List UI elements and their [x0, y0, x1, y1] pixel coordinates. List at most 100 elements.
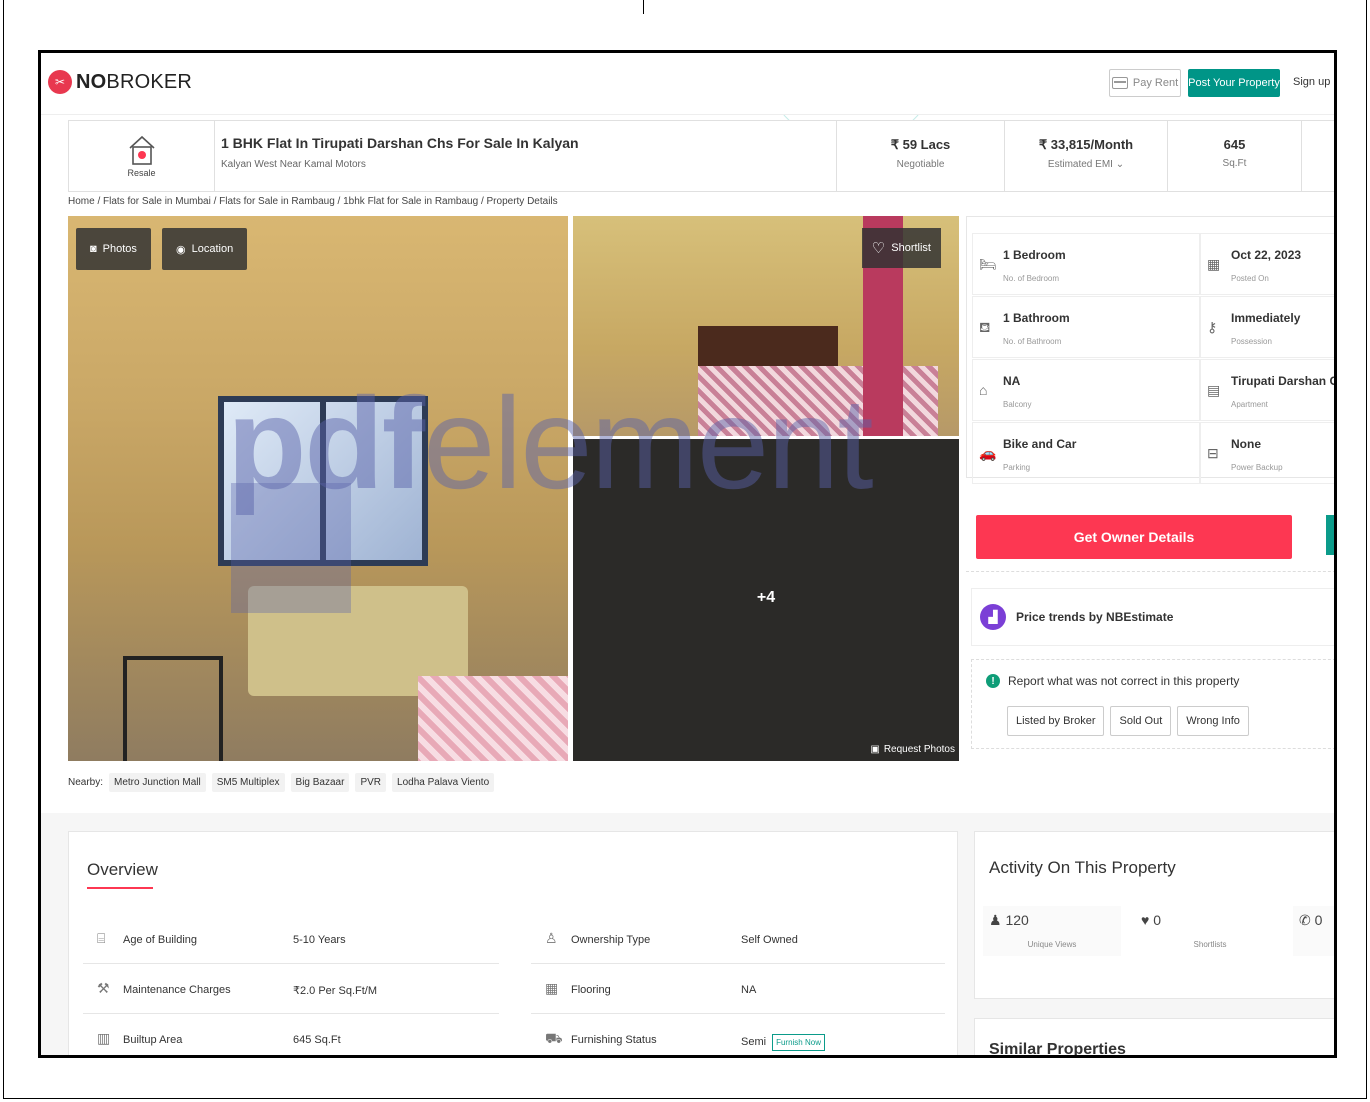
furnishing-value: Semi	[741, 1036, 767, 1048]
heart-icon: ♡	[871, 240, 886, 257]
nearby-chip[interactable]: PVR	[355, 773, 387, 792]
overview-value: Semi Furnish Now	[741, 1034, 825, 1051]
detail-value: 1 Bathroom	[1003, 311, 1070, 325]
secondary-action-button[interactable]	[1326, 515, 1334, 555]
detail-bedroom: 🛏 1 Bedroom No. of Bedroom	[972, 233, 1200, 295]
emi-note[interactable]: Estimated EMI ⌄	[1005, 159, 1167, 170]
detail-label: No. of Bathroom	[1003, 337, 1062, 346]
overview-row-furnishing: ⛟ Furnishing Status Semi Furnish Now	[531, 1016, 945, 1055]
sign-up-link[interactable]: Sign up	[1293, 76, 1330, 88]
property-title: 1 BHK Flat In Tirupati Darshan Chs For S…	[221, 135, 579, 151]
location-label: Location	[191, 243, 234, 255]
building-icon: ▤	[1207, 382, 1221, 398]
location-button[interactable]: ◉ Location	[162, 228, 248, 270]
balcony-icon: ⌂	[979, 382, 988, 398]
shortlist-button[interactable]: ♡ Shortlist	[861, 228, 941, 268]
nearby-chip[interactable]: Big Bazaar	[290, 773, 350, 792]
logo-text: NOBROKER	[76, 70, 193, 93]
overview-label: Furnishing Status	[571, 1034, 657, 1046]
overview-label: Flooring	[571, 984, 611, 996]
detail-value: 1 Bedroom	[1003, 248, 1066, 262]
image-icon: ▣	[870, 744, 880, 755]
shortlists-label: Shortlists	[1193, 940, 1227, 949]
nearby-chip[interactable]: SM5 Multiplex	[211, 773, 285, 792]
unique-views-label: Unique Views	[1027, 940, 1077, 949]
bed-icon: 🛏	[979, 256, 997, 272]
overview-row-flooring: ▦ Flooring NA	[531, 966, 945, 1014]
overview-label: Ownership Type	[571, 934, 651, 946]
price-trends-label: Price trends by NBEstimate	[1016, 610, 1174, 624]
furnish-now-button[interactable]: Furnish Now	[772, 1034, 825, 1051]
report-listed-by-broker-button[interactable]: Listed by Broker	[1007, 706, 1105, 736]
alert-icon: !	[986, 674, 1000, 688]
chart-icon: ▟	[980, 604, 1006, 630]
overview-title: Overview	[87, 860, 158, 879]
key-icon: ⚷	[1207, 319, 1218, 335]
detail-value: Tirupati Darshan Chs	[1231, 374, 1334, 388]
bath-icon: ⛾	[979, 319, 991, 335]
detail-balcony: ⌂ NA Balcony	[972, 359, 1200, 421]
detail-posted-on: ▦ Oct 22, 2023 Posted On	[1200, 233, 1334, 295]
detail-power-backup: ⊟ None Power Backup	[1200, 422, 1334, 484]
overview-card: Overview ⌸ Age of Building 5-10 Years ♙ …	[68, 831, 958, 1055]
photo-table	[123, 656, 223, 761]
emi-stat[interactable]: ₹ 33,815/Month Estimated EMI ⌄	[1004, 121, 1167, 191]
similar-properties-title: Similar Properties	[989, 1041, 1126, 1058]
compass-icon: ◉	[176, 243, 186, 256]
area-stat: 645 Sq.Ft	[1167, 121, 1301, 191]
emi-value: ₹ 33,815/Month	[1038, 137, 1134, 152]
flooring-icon: ▦	[545, 980, 559, 996]
property-summary-bar: Resale 1 BHK Flat In Tirupati Darshan Ch…	[68, 120, 1334, 192]
phone-icon: ✆	[1299, 912, 1315, 928]
overview-row-age: ⌸ Age of Building 5-10 Years	[83, 916, 499, 964]
overview-row-ownership: ♙ Ownership Type Self Owned	[531, 916, 945, 964]
breadcrumb[interactable]: Home / Flats for Sale in Mumbai / Flats …	[68, 196, 558, 207]
heart-filled-icon: ♥	[1141, 912, 1154, 928]
report-wrong-info-button[interactable]: Wrong Info	[1177, 706, 1249, 736]
shortlist-label: Shortlist	[891, 242, 931, 254]
pay-rent-button[interactable]: Pay Rent	[1109, 69, 1181, 97]
report-box: ! Report what was not correct in this pr…	[971, 659, 1334, 749]
detail-parking: 🚗 Bike and Car Parking	[972, 422, 1200, 484]
photos-button[interactable]: ◙ Photos	[76, 228, 151, 270]
more-photos-tile[interactable]: +4 ▣ Request Photos	[573, 439, 959, 761]
overview-value: NA	[741, 984, 757, 996]
nearby-bar: Nearby: Metro Junction Mall SM5 Multiple…	[68, 773, 495, 792]
detail-label: Parking	[1003, 463, 1031, 472]
ownership-icon: ♙	[545, 930, 558, 946]
request-photos-label: Request Photos	[883, 744, 955, 755]
detail-label: Balcony	[1003, 400, 1032, 409]
photos-label: Photos	[102, 243, 137, 255]
overview-label: Maintenance Charges	[123, 984, 231, 996]
unique-views-stat: ♟ 120 Unique Views	[983, 906, 1121, 956]
activity-title: Activity On This Property	[989, 858, 1176, 877]
price-note: Negotiable	[896, 159, 945, 170]
overview-value: ₹2.0 Per Sq.Ft/M	[293, 985, 378, 997]
camera-icon: ◙	[90, 243, 97, 255]
contacts-count: 0	[1314, 912, 1323, 928]
secondary-photo[interactable]: ♡ Shortlist	[573, 216, 959, 436]
post-property-button[interactable]: Post Your Property	[1188, 69, 1280, 97]
sofa-icon: ⛟	[545, 1030, 563, 1046]
nobroker-logo[interactable]: ✂ NOBROKER	[48, 70, 192, 94]
pay-rent-label: Pay Rent	[1132, 77, 1179, 89]
page: ✂ NOBROKER Pay Rent Post Your Property S…	[0, 0, 1370, 1102]
overview-value: 645 Sq.Ft	[293, 1034, 341, 1046]
detail-label: Power Backup	[1231, 463, 1283, 472]
detail-label: No. of Bedroom	[1003, 274, 1060, 283]
report-sold-out-button[interactable]: Sold Out	[1110, 706, 1172, 736]
request-photos-button[interactable]: ▣ Request Photos	[870, 744, 955, 755]
nearby-chip[interactable]: Metro Junction Mall	[109, 773, 206, 792]
detail-value: Bike and Car	[1003, 437, 1077, 451]
shortlists-stat: ♥ 0 Shortlists	[1135, 906, 1285, 956]
scissors-icon: ✂	[48, 70, 72, 94]
price-trends-link[interactable]: ▟ Price trends by NBEstimate	[971, 588, 1334, 646]
area-value: 645	[1223, 137, 1246, 152]
house-icon	[128, 135, 155, 165]
battery-icon: ⊟	[1207, 445, 1219, 461]
overview-value: 5-10 Years	[293, 934, 346, 946]
detail-value: NA	[1003, 374, 1021, 388]
nearby-chip[interactable]: Lodha Palava Viento	[392, 773, 495, 792]
get-owner-details-button[interactable]: Get Owner Details	[976, 515, 1292, 559]
browser-viewport: ✂ NOBROKER Pay Rent Post Your Property S…	[38, 50, 1337, 1058]
